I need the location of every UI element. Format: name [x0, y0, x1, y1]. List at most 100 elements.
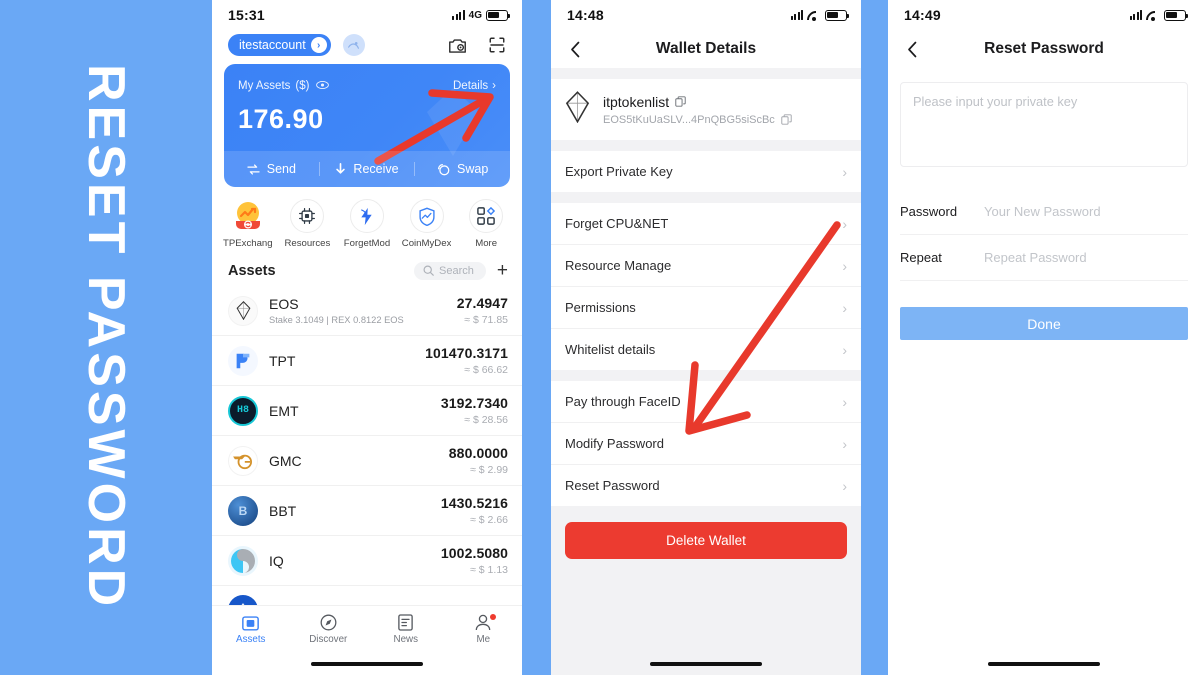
status-indicators — [790, 9, 850, 21]
settings-group-3: Pay through FaceID › Modify Password › R… — [551, 381, 861, 506]
table-row[interactable]: GMC 880.0000 ≈ $ 2.99 — [212, 436, 522, 486]
avatar[interactable] — [342, 34, 365, 56]
tab-discover[interactable]: Discover — [290, 606, 368, 653]
chevron-right-icon: › — [842, 257, 847, 274]
app-shortcut-resources[interactable]: Resources — [278, 199, 338, 249]
list-item-label: Pay through FaceID — [565, 394, 681, 409]
coin-usd-value: ≈ $ 1.13 — [470, 564, 508, 576]
phone-screen-wallet-details: 14:48 Wallet Details itptokenlist EOS5tK… — [551, 0, 861, 675]
wifi-icon — [807, 10, 821, 21]
compass-icon — [320, 614, 337, 631]
search-placeholder: Search — [439, 264, 474, 277]
app-label: Resources — [284, 238, 331, 249]
tab-news[interactable]: News — [367, 606, 445, 653]
coin-icon-bbt: B — [228, 495, 258, 526]
list-item-reset-password[interactable]: Reset Password › — [551, 465, 861, 506]
person-icon — [475, 614, 491, 631]
list-item-whitelist-details[interactable]: Whitelist details › — [551, 329, 861, 370]
scan-icon[interactable] — [486, 34, 508, 56]
status-time: 14:49 — [904, 7, 941, 23]
app-shortcut-forgetmode[interactable]: ForgetMod — [337, 199, 397, 249]
coin-symbol: GMC — [269, 452, 302, 469]
list-item-permissions[interactable]: Permissions › — [551, 287, 861, 329]
list-item-export-private-key[interactable]: Export Private Key › — [551, 151, 861, 192]
table-row[interactable]: IQ 1002.5080 ≈ $ 1.13 — [212, 536, 522, 586]
details-link[interactable]: Details › — [453, 80, 496, 92]
table-row[interactable]: NDX 3184.8984 — [212, 586, 522, 605]
coin-amount: 1430.5216 — [440, 495, 508, 511]
list-item-modify-password[interactable]: Modify Password › — [551, 423, 861, 465]
coin-icon-iq — [228, 545, 258, 576]
battery-icon — [486, 9, 511, 21]
app-label: More — [475, 238, 498, 249]
coin-amount: 880.0000 — [448, 445, 508, 461]
table-row[interactable]: TPT 101470.3171 ≈ $ 66.62 — [212, 336, 522, 386]
shield-icon — [409, 199, 444, 233]
add-token-button[interactable]: + — [497, 261, 508, 280]
coin-symbol: BBT — [269, 502, 297, 519]
notification-badge — [490, 614, 496, 620]
app-shortcut-tpexchange[interactable]: TPExchang — [218, 199, 278, 249]
repeat-password-input[interactable]: Repeat Password — [984, 250, 1087, 265]
network-type-label: 4G — [468, 9, 482, 21]
coin-symbol: IQ — [269, 552, 284, 569]
eos-logo-icon — [565, 91, 590, 128]
repeat-field-row[interactable]: Repeat Repeat Password — [900, 235, 1188, 281]
status-indicators: 4G — [452, 9, 511, 21]
coin-amount: 3192.7340 — [440, 395, 508, 411]
back-button[interactable] — [563, 37, 587, 61]
section-gap — [551, 370, 861, 381]
settings-group-1: Export Private Key › — [551, 151, 861, 192]
private-key-input[interactable]: Please input your private key — [900, 82, 1188, 167]
table-row[interactable]: B BBT 1430.5216 ≈ $ 2.66 — [212, 486, 522, 536]
coin-usd-value: ≈ $ 71.85 — [464, 314, 508, 326]
back-button[interactable] — [900, 37, 924, 61]
coin-icon-ndx — [228, 595, 258, 605]
list-item-resource-manage[interactable]: Resource Manage › — [551, 245, 861, 287]
copy-icon — [781, 114, 792, 125]
phone-screen-assets: 15:31 4G itestaccount › My Assets ($) De… — [212, 0, 522, 675]
list-item-pay-through-faceid[interactable]: Pay through FaceID › — [551, 381, 861, 423]
nav-bar: Reset Password — [888, 30, 1200, 68]
wallet-summary[interactable]: itptokenlist EOS5tKuUaSLV...4PnQBG5siScB… — [551, 79, 861, 140]
table-row[interactable]: EOS Stake 3.1049 | REX 0.8122 EOS 27.494… — [212, 286, 522, 336]
send-label: Send — [266, 162, 296, 176]
tab-assets[interactable]: Assets — [212, 606, 290, 653]
chevron-right-icon: › — [842, 477, 847, 494]
receive-button[interactable]: Receive — [320, 162, 415, 176]
assets-title: Assets — [228, 262, 276, 279]
list-item-forget-cpu-net[interactable]: Forget CPU&NET › — [551, 203, 861, 245]
banner-panel: RESET PASSWORD — [0, 0, 212, 675]
status-bar: 14:49 — [888, 0, 1200, 30]
password-input[interactable]: Your New Password — [984, 204, 1101, 219]
swap-button[interactable]: Swap — [415, 162, 510, 176]
send-button[interactable]: Send — [224, 162, 319, 176]
camera-icon[interactable] — [446, 34, 468, 56]
list-item-label: Resource Manage — [565, 258, 672, 273]
copy-icon — [675, 96, 686, 107]
tab-label: Me — [476, 634, 491, 645]
nav-bar: Wallet Details — [551, 30, 861, 68]
delete-wallet-button[interactable]: Delete Wallet — [565, 522, 847, 559]
coin-amount: 27.4947 — [456, 295, 508, 311]
account-selector[interactable]: itestaccount › — [228, 34, 331, 56]
tpexchange-icon — [230, 199, 265, 233]
app-shortcut-coinmydex[interactable]: CoinMyDex — [397, 199, 457, 249]
table-row[interactable]: H8 EMT 3192.7340 ≈ $ 28.56 — [212, 386, 522, 436]
done-button[interactable]: Done — [900, 307, 1188, 340]
chevron-right-icon: › — [842, 393, 847, 410]
list-item-label: Reset Password — [565, 478, 660, 493]
asset-list[interactable]: EOS Stake 3.1049 | REX 0.8122 EOS 27.494… — [212, 286, 522, 605]
app-shortcut-more[interactable]: More — [456, 199, 516, 249]
eye-icon[interactable] — [316, 77, 330, 95]
app-label: TPExchang — [222, 238, 273, 249]
tab-me[interactable]: Me — [445, 606, 523, 653]
assets-section-header: Assets Search + — [212, 253, 522, 286]
status-bar: 15:31 4G — [212, 0, 522, 30]
done-section: Done — [888, 281, 1200, 340]
password-field-row[interactable]: Password Your New Password — [900, 189, 1188, 235]
search-input[interactable]: Search — [414, 261, 486, 280]
chevron-right-icon: › — [842, 215, 847, 232]
coin-usd-value: ≈ $ 2.99 — [470, 464, 508, 476]
list-item-label: Forget CPU&NET — [565, 216, 669, 231]
